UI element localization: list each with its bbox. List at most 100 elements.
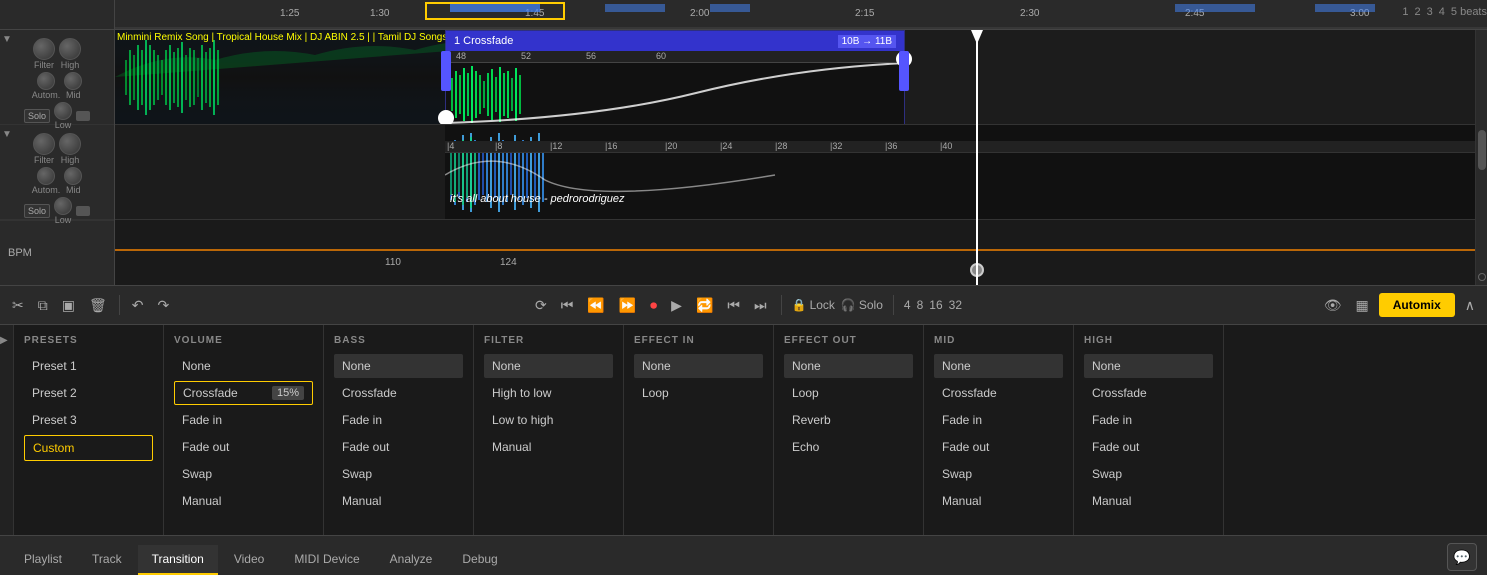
bpm-waveform-track: 110 124 [115,220,1487,285]
bass-manual[interactable]: Manual [334,489,463,513]
effect-out-echo[interactable]: Echo [784,435,913,459]
mid-swap[interactable]: Swap [934,462,1063,486]
tab-transition[interactable]: Transition [138,545,218,575]
track1-low-knob[interactable] [54,102,72,120]
mid-crossfade[interactable]: Crossfade [934,381,1063,405]
paste-btn[interactable]: ▣ [58,295,79,316]
bpm-label: BPM [0,220,114,285]
preset2-item[interactable]: Preset 2 [24,381,153,405]
effect-out-loop[interactable]: Loop [784,381,913,405]
track2-low-knob[interactable] [54,197,72,215]
high-crossfade[interactable]: Crossfade [1084,381,1213,405]
solo-btn[interactable]: 🎧 Solo [841,298,883,312]
beat-8[interactable]: 8 [917,298,924,312]
effect-out-none[interactable]: None [784,354,913,378]
fast-forward-btn[interactable]: ⏩ [615,295,640,316]
tab-video[interactable]: Video [220,545,278,575]
mid-manual[interactable]: Manual [934,489,1063,513]
volume-swap[interactable]: Swap [174,462,313,486]
play-btn[interactable]: ▶ [667,295,686,316]
track1-high-knob[interactable] [59,38,81,60]
mid-fadein[interactable]: Fade in [934,408,1063,432]
chat-icon[interactable]: 💬 [1447,543,1477,571]
volume-none[interactable]: None [174,354,313,378]
high-manual[interactable]: Manual [1084,489,1213,513]
effect-in-loop[interactable]: Loop [634,381,763,405]
repeat-btn[interactable]: 🔁 [692,295,717,316]
scroll-bar[interactable] [1475,30,1487,285]
loop-btn[interactable]: ⟳ [531,295,551,316]
filter-none[interactable]: None [484,354,613,378]
effect-out-reverb[interactable]: Reverb [784,408,913,432]
high-swap[interactable]: Swap [1084,462,1213,486]
delete-btn[interactable]: 🗑 [85,295,111,316]
mid-panel: MID None Crossfade Fade in Fade out Swap… [924,325,1074,535]
tab-playlist[interactable]: Playlist [10,545,76,575]
track2-collapse[interactable]: ▼ [2,129,12,140]
track1-filter-knob[interactable] [33,38,55,60]
volume-fadein[interactable]: Fade in [174,408,313,432]
beat-16[interactable]: 16 [929,298,942,312]
redo-btn[interactable]: ↷ [153,295,173,316]
record-btn[interactable]: ⏺ [646,295,661,316]
track1-solo-btn[interactable]: Solo [24,109,50,123]
playhead-bottom-marker [970,263,984,277]
track2-autom-knob[interactable] [37,167,55,185]
bass-fadeout[interactable]: Fade out [334,435,463,459]
skip-forward-btn[interactable]: ⏭ [750,295,771,316]
track2-filter-knob[interactable] [33,133,55,155]
tab-analyze[interactable]: Analyze [376,545,447,575]
eye-btn[interactable]: 👁 [1320,295,1346,316]
track1-collapse[interactable]: ▼ [2,34,12,45]
effect-in-none[interactable]: None [634,354,763,378]
automix-btn[interactable]: Automix [1379,293,1455,317]
custom-item[interactable]: Custom [24,435,153,461]
volume-fadeout[interactable]: Fade out [174,435,313,459]
track1-eq-toggle[interactable] [76,111,90,121]
preset3-item[interactable]: Preset 3 [24,408,153,432]
tab-midi-device[interactable]: MIDI Device [280,545,373,575]
left-nav-toggle[interactable]: ▶ [0,325,14,535]
filter-manual[interactable]: Manual [484,435,613,459]
caption-btn[interactable]: ▦ [1352,295,1373,316]
track1-mid-knob[interactable] [64,72,82,90]
bass-swap[interactable]: Swap [334,462,463,486]
track1-waveform[interactable]: Minmini Remix Song | Tropical House Mix … [115,30,1487,125]
beat-32[interactable]: 32 [949,298,962,312]
scissors-btn[interactable]: ✂ [8,295,28,316]
tab-debug[interactable]: Debug [448,545,511,575]
volume-crossfade[interactable]: Crossfade 15% [174,381,313,405]
track2-waveform[interactable]: it's all about house - pedrorodriguez |4… [115,125,1487,220]
track2-high-knob[interactable] [59,133,81,155]
bass-none[interactable]: None [334,354,463,378]
copy-btn[interactable]: ⧉ [34,295,52,316]
track2-eq-toggle[interactable] [76,206,90,216]
bass-fadein[interactable]: Fade in [334,408,463,432]
skip-back-btn[interactable]: ⏮ [723,295,744,316]
rewind-btn[interactable]: ⏮ [557,295,578,316]
filter-high-to-low[interactable]: High to low [484,381,613,405]
crossfade-block[interactable]: 1 Crossfade 10B → 11B 48 52 56 60 [445,30,905,125]
undo-btn[interactable]: ↶ [128,295,148,316]
ruler-marker-200: 2:00 [690,8,709,19]
preset1-item[interactable]: Preset 1 [24,354,153,378]
mid-fadeout[interactable]: Fade out [934,435,1063,459]
high-none[interactable]: None [1084,354,1213,378]
tab-track[interactable]: Track [78,545,136,575]
high-fadein[interactable]: Fade in [1084,408,1213,432]
collapse-toolbar-btn[interactable]: ∧ [1461,295,1479,316]
bass-crossfade[interactable]: Crossfade [334,381,463,405]
scroll-thumb[interactable] [1478,130,1486,170]
high-fadeout[interactable]: Fade out [1084,435,1213,459]
fast-rewind-btn[interactable]: ⏪ [583,295,608,316]
mid-none[interactable]: None [934,354,1063,378]
track1-autom-knob[interactable] [37,72,55,90]
track2-solo-btn[interactable]: Solo [24,204,50,218]
volume-manual[interactable]: Manual [174,489,313,513]
track2-high-label: High [61,155,80,165]
filter-low-to-high[interactable]: Low to high [484,408,613,432]
lock-btn[interactable]: 🔒 Lock [792,298,835,312]
toolbar: ✂ ⧉ ▣ 🗑 ↶ ↷ ⟳ ⏮ ⏪ ⏩ ⏺ ▶ 🔁 ⏮ ⏭ 🔒 Lock 🎧 S… [0,285,1487,325]
track2-mid-knob[interactable] [64,167,82,185]
beat-4[interactable]: 4 [904,298,911,312]
